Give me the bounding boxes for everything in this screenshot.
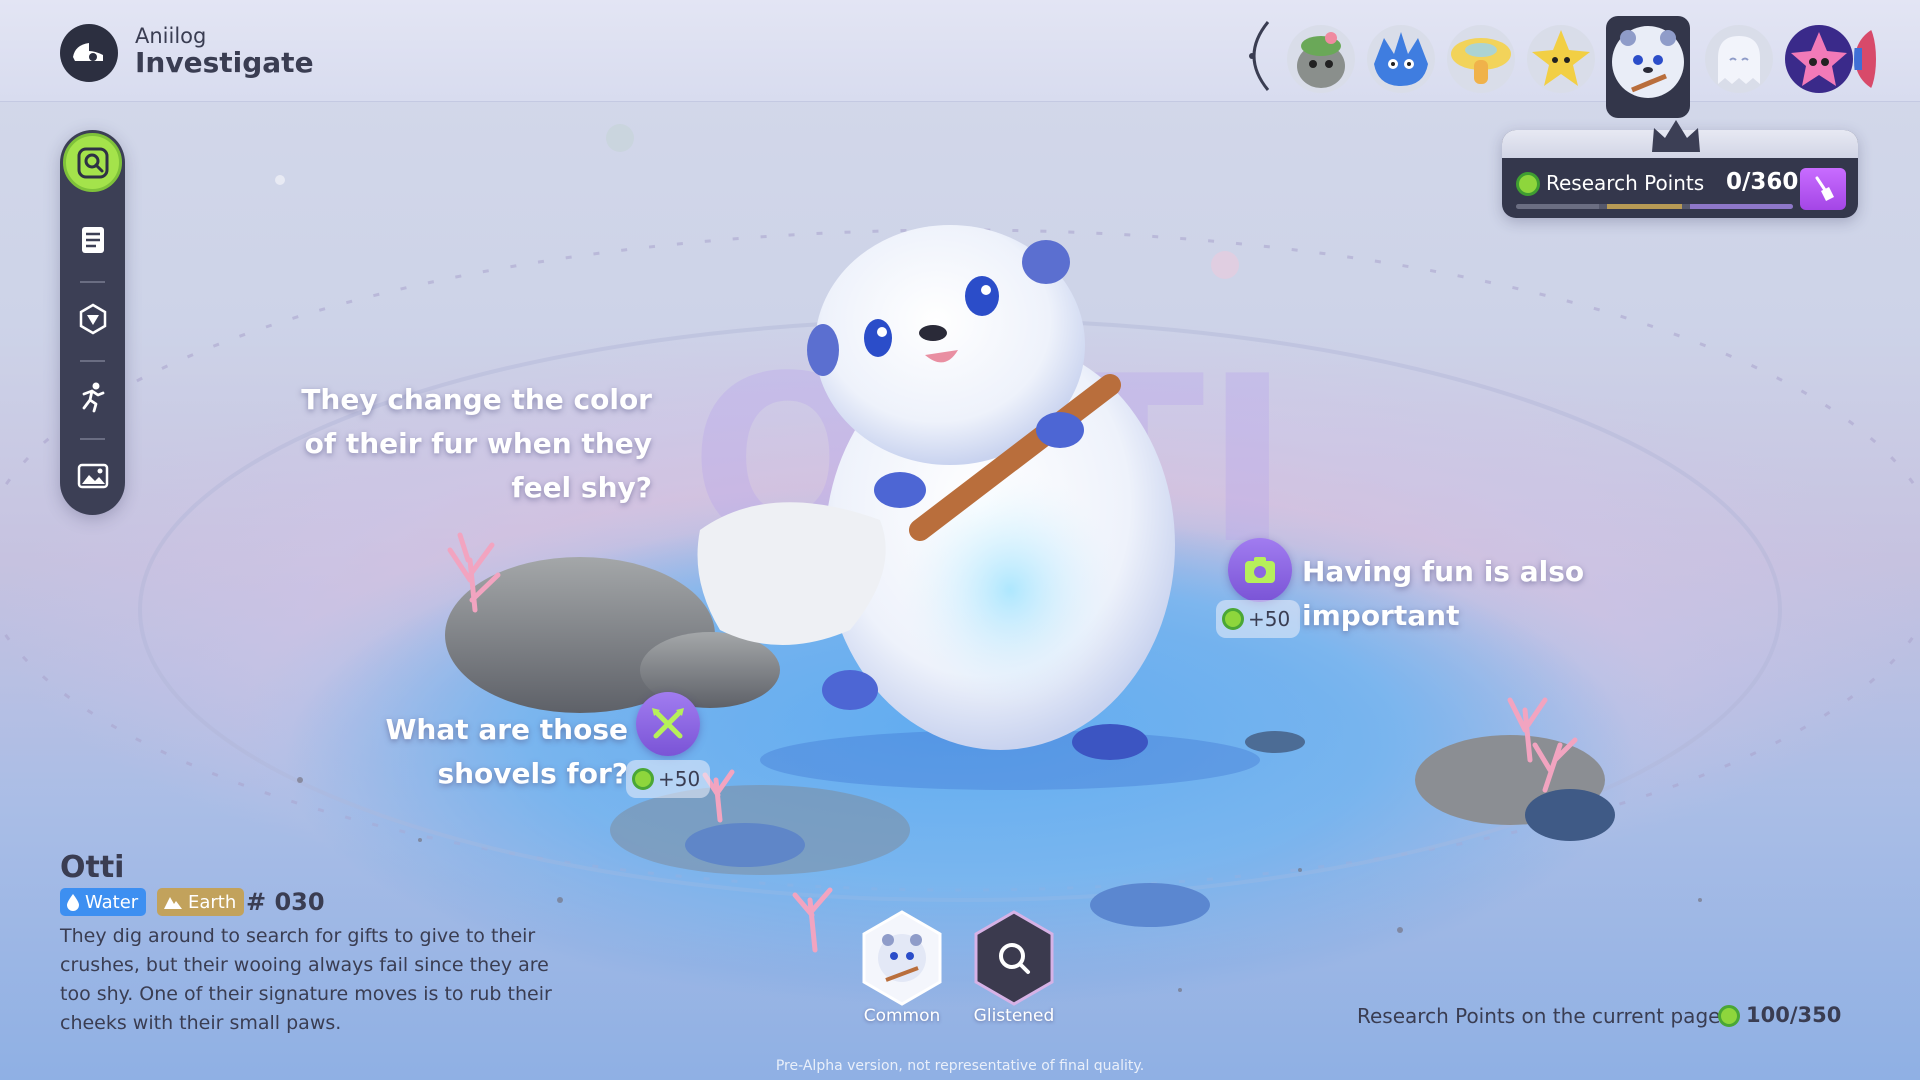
toolbar-divider <box>80 360 105 362</box>
type-tag-earth: Earth <box>157 888 245 916</box>
creature-description: They dig around to search for gifts to g… <box>60 925 552 1034</box>
type-tag-water: Water <box>60 888 147 916</box>
locked-search-icon <box>974 910 1054 1006</box>
app-name: Aniilog <box>135 24 207 48</box>
svg-text:OTTI: OTTI <box>690 328 1290 595</box>
pre-alpha-disclaimer: Pre-Alpha version, not representative of… <box>775 1058 1145 1074</box>
page-research-points-value: 100/350 <box>1746 1003 1842 1027</box>
creature-white-ghost-icon[interactable] <box>1704 24 1774 94</box>
research-point-icon <box>1718 1005 1740 1027</box>
research-point-icon <box>632 768 654 790</box>
tool-shield-button[interactable] <box>63 289 122 348</box>
research-points-label: Research Points <box>1546 171 1705 195</box>
reward-value: +50 <box>1248 607 1291 631</box>
research-points-value: 0/360 <box>1726 169 1799 195</box>
variant-common-button[interactable] <box>860 910 944 1006</box>
prompt-having-fun[interactable]: Having fun is also important <box>1302 550 1602 638</box>
creature-mossy-icon[interactable] <box>1286 24 1356 94</box>
prompt-fur-color[interactable]: They change the color of their fur when … <box>270 378 652 510</box>
mountain-icon <box>164 897 182 909</box>
creature-blue-spiky-icon[interactable] <box>1366 24 1436 94</box>
creature-partial-icon[interactable] <box>1854 24 1876 94</box>
variant-glistened-label: Glistened <box>973 1006 1055 1026</box>
type-tag-label: Water <box>85 891 139 913</box>
shovel-icon <box>1815 176 1834 201</box>
creature-otti-icon[interactable] <box>1606 16 1690 118</box>
crown-icon <box>1652 120 1700 152</box>
water-drop-icon <box>67 894 79 911</box>
tool-gallery-button[interactable] <box>63 446 122 505</box>
toolbar-divider <box>80 438 105 440</box>
creature-yellow-star-icon[interactable] <box>1526 24 1596 94</box>
gallery-image-icon <box>77 463 108 488</box>
variant-common-label: Common <box>863 1006 941 1026</box>
strip-arc-decoration <box>1249 21 1270 91</box>
camera-icon <box>1245 557 1275 583</box>
tool-pose-button[interactable] <box>63 367 122 426</box>
research-points-panel: Research Points 0/360 <box>1502 120 1858 218</box>
creature-strip <box>1236 16 1876 118</box>
running-pose-icon <box>82 382 104 412</box>
research-point-icon <box>1516 172 1540 196</box>
prompt-shovels-badge[interactable] <box>636 692 700 756</box>
investigate-magnifier-icon <box>77 147 108 178</box>
side-toolbar <box>60 130 125 515</box>
reward-shovel-button[interactable] <box>1800 168 1846 210</box>
page-title: Investigate <box>135 46 314 79</box>
crossed-shovels-icon <box>652 708 684 739</box>
creature-name: Otti <box>60 850 125 885</box>
notes-icon <box>81 226 104 253</box>
prompt-shovels-reward: +50 <box>626 760 711 798</box>
reward-value: +50 <box>658 767 701 791</box>
shield-badge-icon <box>79 303 106 334</box>
prompt-having-fun-reward: +50 <box>1216 600 1301 638</box>
otti-portrait-icon <box>862 910 942 1006</box>
creature-pink-star-icon[interactable] <box>1784 24 1854 94</box>
prompt-having-fun-badge[interactable] <box>1228 538 1292 602</box>
tool-notes-button[interactable] <box>63 210 122 269</box>
tool-investigate-button[interactable] <box>63 133 122 192</box>
creature-yellow-mushroom-icon[interactable] <box>1446 24 1516 94</box>
research-progress-bar <box>1516 204 1793 209</box>
variant-glistened-button[interactable] <box>972 910 1056 1006</box>
investigate-shoe-icon <box>73 43 103 61</box>
research-point-icon <box>1222 608 1244 630</box>
type-tag-label: Earth <box>188 891 237 913</box>
prompt-shovels[interactable]: What are those shovels for? <box>270 708 629 796</box>
top-bar: Aniilog Investigate <box>0 0 1920 118</box>
creature-number: # 030 <box>246 888 325 916</box>
app-logo <box>60 24 118 82</box>
toolbar-divider <box>80 281 105 283</box>
page-research-points-label: Research Points on the current page: <box>1357 1004 1728 1028</box>
